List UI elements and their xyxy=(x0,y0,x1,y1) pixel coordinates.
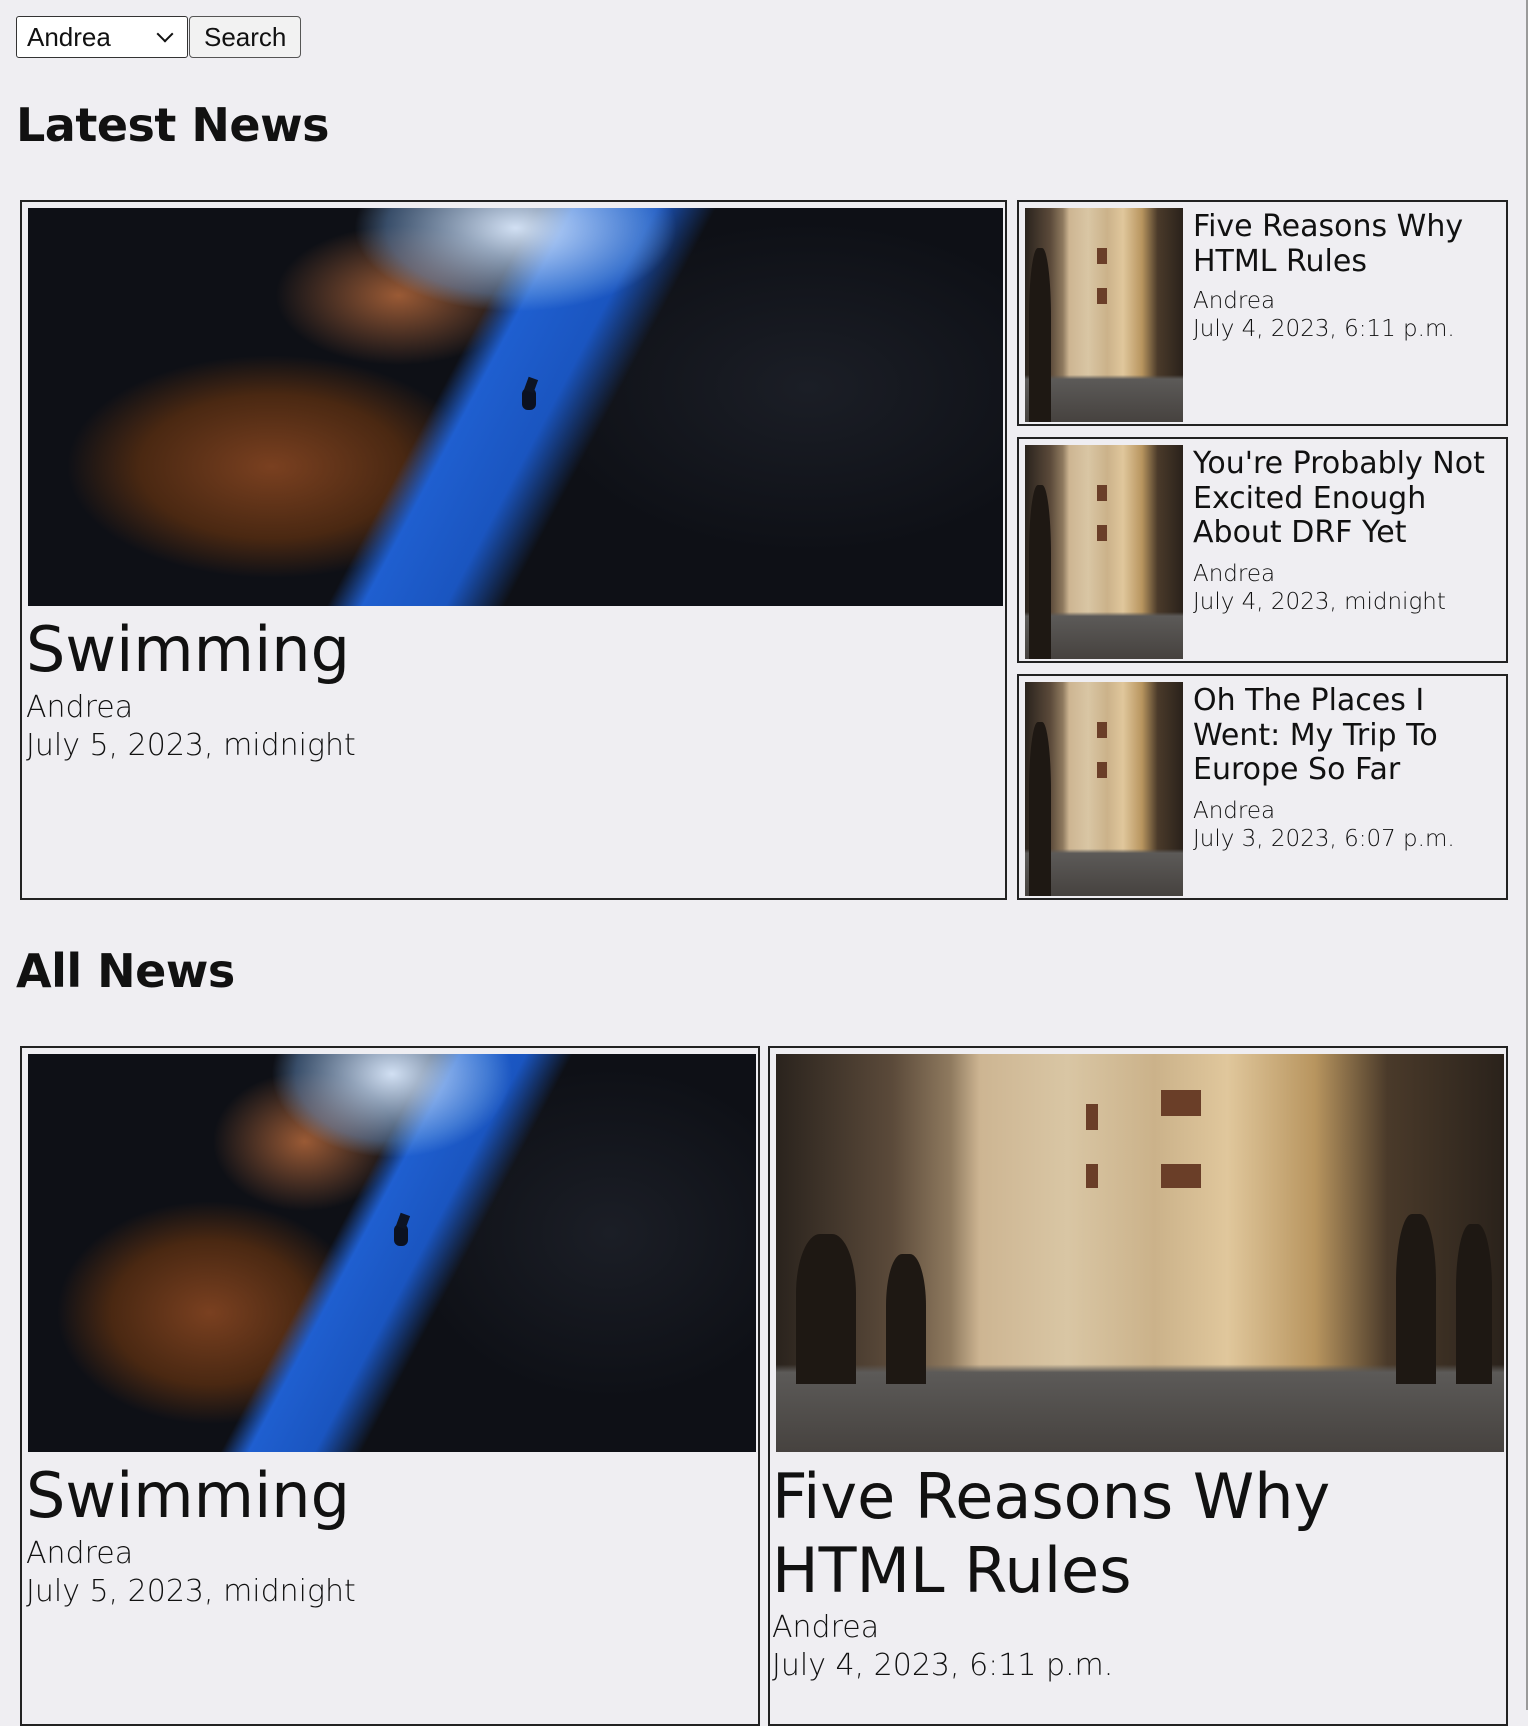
news-title[interactable]: Oh The Places I Went: My Trip To Europe … xyxy=(1193,683,1503,788)
featured-news-title[interactable]: Swimming xyxy=(26,614,350,686)
all-news-item[interactable]: Five Reasons Why HTML Rules Andrea July … xyxy=(768,1046,1508,1726)
news-title[interactable]: Swimming xyxy=(26,1460,350,1532)
search-button[interactable]: Search xyxy=(189,16,302,58)
news-author: Andrea xyxy=(1193,798,1276,824)
search-controls: Andrea Search xyxy=(16,16,302,58)
news-author: Andrea xyxy=(772,1610,880,1645)
author-select-value: Andrea xyxy=(27,21,111,52)
author-select[interactable]: Andrea xyxy=(16,16,188,58)
diver-figure xyxy=(516,378,542,418)
latest-news-item[interactable]: Five Reasons Why HTML Rules Andrea July … xyxy=(1017,200,1508,426)
news-author: Andrea xyxy=(1193,561,1276,587)
all-news-item[interactable]: Swimming Andrea July 5, 2023, midnight xyxy=(20,1046,760,1726)
featured-news-date: July 5, 2023, midnight xyxy=(26,728,356,763)
news-title[interactable]: Five Reasons Why HTML Rules xyxy=(1193,209,1503,279)
latest-news-heading: Latest News xyxy=(16,98,330,152)
latest-news-item[interactable]: You're Probably Not Excited Enough About… xyxy=(1017,437,1508,663)
featured-news-image xyxy=(28,208,1003,606)
all-news-heading: All News xyxy=(16,944,235,998)
news-date: July 4, 2023, 6:11 p.m. xyxy=(772,1648,1114,1683)
news-date: July 4, 2023, midnight xyxy=(1193,589,1446,615)
news-title[interactable]: You're Probably Not Excited Enough About… xyxy=(1193,446,1503,551)
news-author: Andrea xyxy=(1193,288,1276,314)
news-date: July 5, 2023, midnight xyxy=(26,1574,356,1609)
latest-news-item[interactable]: Oh The Places I Went: My Trip To Europe … xyxy=(1017,674,1508,900)
diver-figure xyxy=(388,1214,414,1254)
news-date: July 3, 2023, 6:07 p.m. xyxy=(1193,826,1455,852)
featured-news-author: Andrea xyxy=(26,690,134,725)
news-thumbnail xyxy=(1025,682,1183,896)
featured-news-card[interactable]: Swimming Andrea July 5, 2023, midnight xyxy=(20,200,1007,900)
chevron-down-icon xyxy=(155,26,177,48)
news-image xyxy=(776,1054,1504,1452)
news-thumbnail xyxy=(1025,445,1183,659)
news-date: July 4, 2023, 6:11 p.m. xyxy=(1193,316,1455,342)
news-author: Andrea xyxy=(26,1536,134,1571)
news-title[interactable]: Five Reasons Why HTML Rules xyxy=(772,1460,1502,1609)
news-thumbnail xyxy=(1025,208,1183,422)
news-image xyxy=(28,1054,756,1452)
